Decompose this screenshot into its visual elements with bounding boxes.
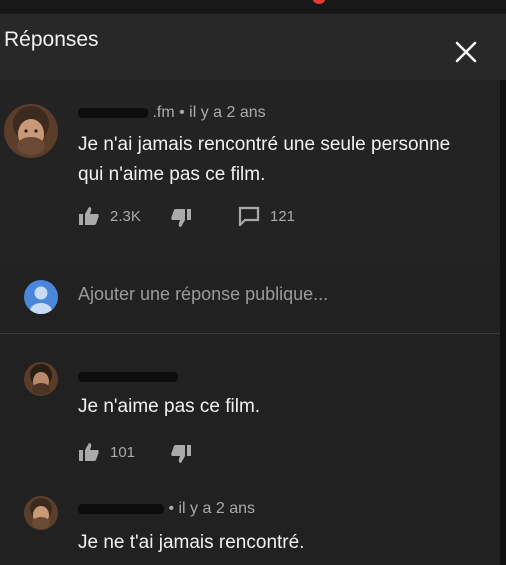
top-strip xyxy=(0,0,506,14)
reply-input-row: Ajouter une réponse publique... xyxy=(0,264,506,328)
reply-comment-icon xyxy=(238,206,260,226)
scrollbar-track xyxy=(500,80,506,565)
avatar[interactable] xyxy=(24,362,58,396)
comment-author-meta: .fm • il y a 2 ans xyxy=(78,104,266,122)
thumbs-up-icon xyxy=(78,206,100,226)
avatar[interactable] xyxy=(4,104,58,158)
comment-author-meta: • il y a 2 ans xyxy=(78,500,255,518)
comment-text-line-2: qui n'aime pas ce film. xyxy=(78,164,266,185)
page-title: Réponses xyxy=(4,28,99,51)
reply-comment: • il y a 2 ans Je ne t'ai jamais rencont… xyxy=(0,484,506,565)
reply-count: 121 xyxy=(270,207,296,225)
reply-text: Je n'aime pas ce film. xyxy=(78,396,261,417)
dislike-button[interactable] xyxy=(170,208,192,228)
main-comment: .fm • il y a 2 ans Je n'ai jamais rencon… xyxy=(0,80,506,264)
like-button[interactable]: 2.3K xyxy=(78,206,141,226)
reply-comment: Je n'aime pas ce film. 101 xyxy=(0,334,506,484)
comment-timestamp: • il y a 2 ans xyxy=(179,104,266,121)
thumbs-down-icon xyxy=(170,444,192,464)
redacted-author-name xyxy=(78,107,148,118)
like-count: 2.3K xyxy=(110,207,141,225)
author-name-fragment[interactable]: .fm xyxy=(152,104,174,121)
comment-text-line-1: Je n'ai jamais rencontré une seule perso… xyxy=(78,134,451,155)
reply-button[interactable]: 121 xyxy=(238,206,295,226)
thumbs-down-icon xyxy=(170,208,192,228)
like-button[interactable]: 101 xyxy=(78,442,135,462)
redacted-author xyxy=(78,368,178,386)
user-icon xyxy=(24,280,58,314)
reply-text: Je ne t'ai jamais rencontré. xyxy=(78,532,305,553)
dislike-button[interactable] xyxy=(170,444,192,464)
thumbs-up-icon xyxy=(78,442,100,462)
redacted-author-name xyxy=(78,503,164,514)
comment-timestamp: • il y a 2 ans xyxy=(168,500,255,517)
reply-input[interactable]: Ajouter une réponse publique... xyxy=(78,284,328,305)
avatar[interactable] xyxy=(24,496,58,530)
close-icon[interactable] xyxy=(452,38,480,66)
like-count: 101 xyxy=(110,443,136,461)
redacted-author-name xyxy=(78,371,178,382)
replies-header: Réponses xyxy=(0,14,506,80)
